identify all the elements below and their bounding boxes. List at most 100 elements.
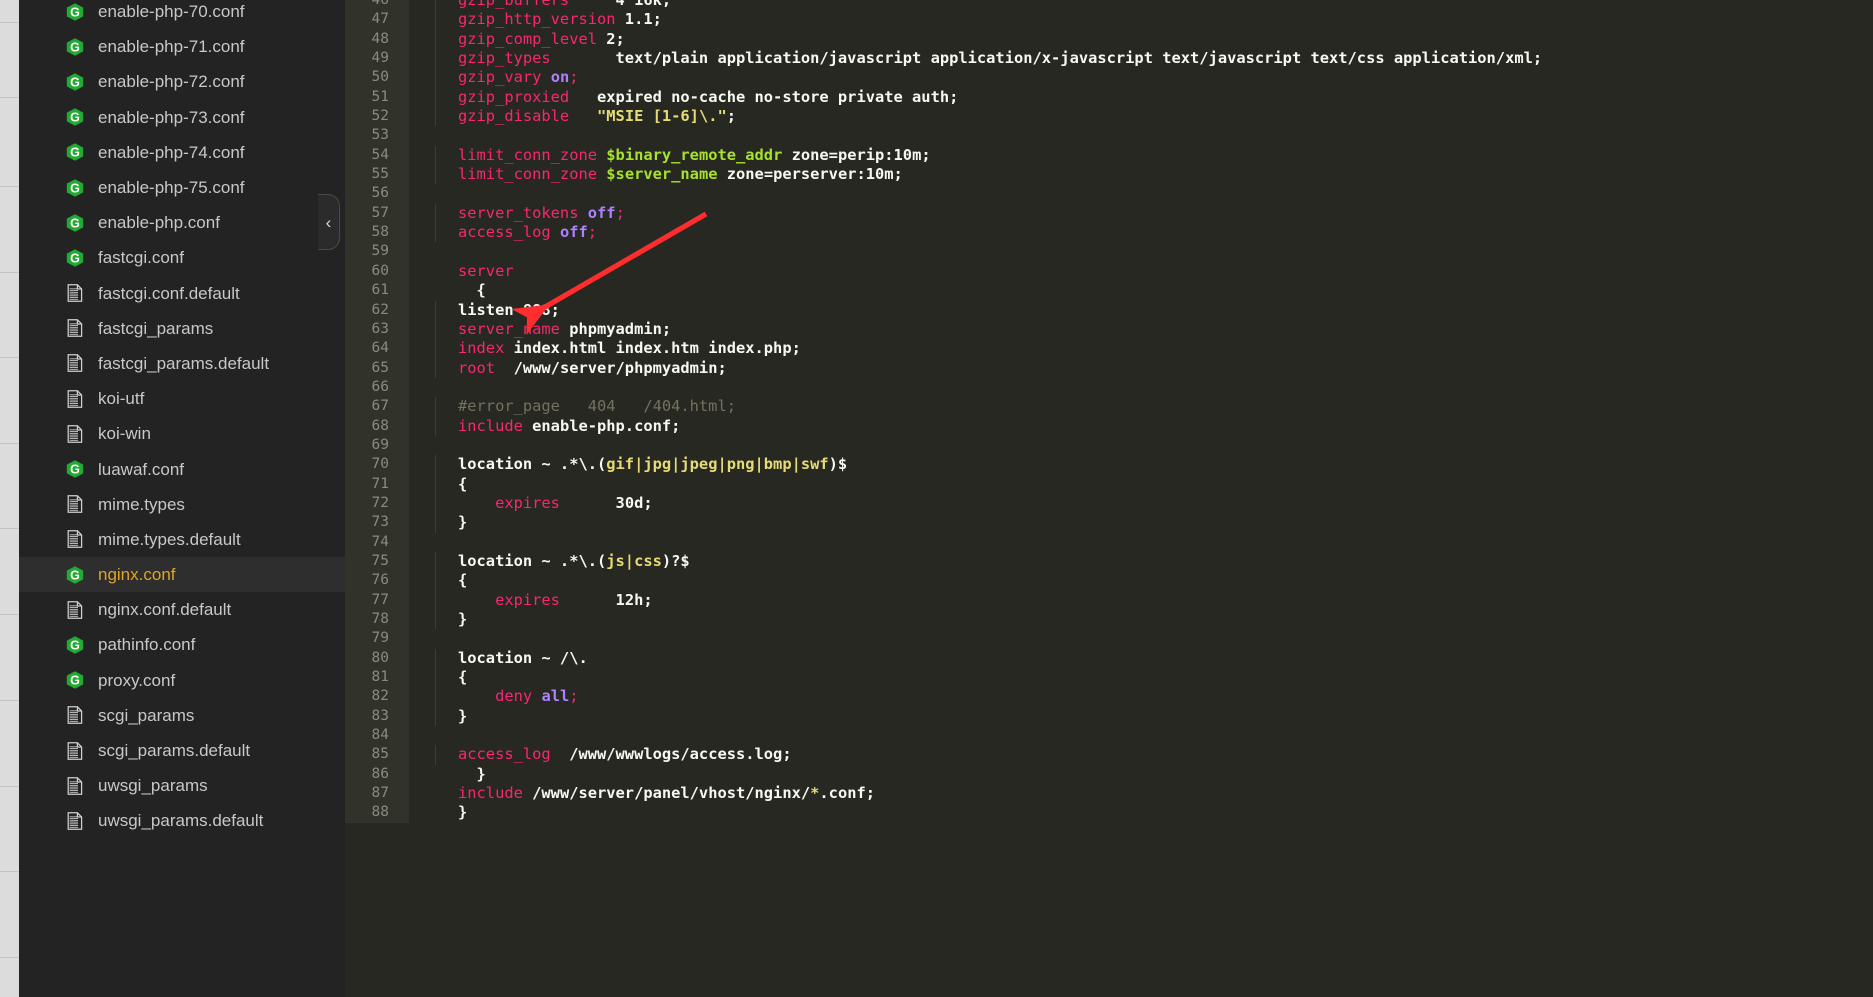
code-line[interactable]: 64 index index.html index.htm index.php;: [345, 339, 1873, 359]
code-line[interactable]: 56: [345, 184, 1873, 204]
code-line[interactable]: 79: [345, 629, 1873, 649]
file-list-item[interactable]: fastcgi_params.default: [19, 346, 345, 381]
code-line[interactable]: 48 gzip_comp_level 2;: [345, 29, 1873, 50]
code-text[interactable]: [458, 184, 1873, 203]
file-list-item[interactable]: fastcgi.conf.default: [19, 276, 345, 311]
file-list-item[interactable]: Genable-php.conf: [19, 205, 345, 240]
fold-gutter[interactable]: [395, 29, 409, 50]
code-line[interactable]: 52 gzip_disable "MSIE [1-6]\.";: [345, 107, 1873, 127]
code-text[interactable]: location ~ /\.: [458, 649, 1873, 668]
sidebar-collapse-handle[interactable]: ‹: [318, 194, 340, 250]
fold-gutter[interactable]: [395, 107, 409, 127]
code-text[interactable]: gzip_proxied expired no-cache no-store p…: [458, 88, 1873, 107]
code-text[interactable]: gzip_comp_level 2;: [458, 30, 1873, 49]
code-text[interactable]: [458, 533, 1873, 552]
fold-gutter[interactable]: [395, 339, 409, 359]
code-line[interactable]: 70 location ~ .*\.(gif|jpg|jpeg|png|bmp|s…: [345, 455, 1873, 475]
file-list-item[interactable]: scgi_params: [19, 698, 345, 733]
code-text[interactable]: {: [458, 475, 1873, 494]
code-line[interactable]: 80 location ~ /\.: [345, 648, 1873, 669]
code-text[interactable]: }: [458, 765, 1873, 784]
code-line[interactable]: 61 {: [345, 281, 1873, 301]
code-line[interactable]: 68 include enable-php.conf;: [345, 416, 1873, 437]
code-line[interactable]: 84: [345, 726, 1873, 746]
code-text[interactable]: }: [458, 707, 1873, 726]
code-line[interactable]: 54 limit_conn_zone $binary_remote_addr zo…: [345, 145, 1873, 166]
code-text[interactable]: include enable-php.conf;: [458, 417, 1873, 436]
code-text[interactable]: location ~ .*\.(gif|jpg|jpeg|png|bmp|swf…: [458, 455, 1873, 474]
code-text[interactable]: [458, 242, 1873, 261]
code-text[interactable]: limit_conn_zone $server_name zone=perser…: [458, 165, 1873, 184]
fold-gutter[interactable]: [395, 203, 409, 224]
code-line[interactable]: 59: [345, 242, 1873, 262]
code-text[interactable]: [458, 629, 1873, 648]
code-line[interactable]: 51 gzip_proxied expired no-cache no-store…: [345, 87, 1873, 108]
code-line[interactable]: 67 #error_page 404 /404.html;: [345, 397, 1873, 417]
code-line[interactable]: 69: [345, 435, 1873, 456]
code-line[interactable]: 87 include /www/server/panel/vhost/nginx/…: [345, 784, 1873, 804]
fold-gutter[interactable]: [395, 397, 409, 417]
file-list-item[interactable]: Gpathinfo.conf: [19, 627, 345, 662]
fold-gutter[interactable]: [395, 455, 409, 475]
code-line[interactable]: 86 }: [345, 764, 1873, 785]
code-line[interactable]: 77 expires 12h;: [345, 590, 1873, 611]
code-line[interactable]: 55 limit_conn_zone $server_name zone=pers…: [345, 165, 1873, 185]
code-line[interactable]: 46 gzip_buffers 4 16k;: [345, 0, 1873, 11]
code-text[interactable]: limit_conn_zone $binary_remote_addr zone…: [458, 146, 1873, 165]
fold-gutter[interactable]: [395, 706, 409, 727]
file-list-item[interactable]: Genable-php-72.conf: [19, 64, 345, 99]
code-text[interactable]: gzip_disable "MSIE [1-6]\.";: [458, 107, 1873, 126]
code-line[interactable]: 76 {: [345, 571, 1873, 592]
code-line[interactable]: 50 gzip_vary on;: [345, 68, 1873, 89]
fold-gutter[interactable]: [395, 784, 409, 804]
fold-gutter[interactable]: [395, 261, 409, 282]
code-text[interactable]: {: [458, 668, 1873, 687]
fold-gutter[interactable]: [395, 145, 409, 166]
fold-gutter[interactable]: [395, 745, 409, 765]
code-line[interactable]: 47 gzip_http_version 1.1;: [345, 10, 1873, 31]
fold-gutter[interactable]: [395, 300, 409, 320]
file-list-item[interactable]: Genable-php-75.conf: [19, 170, 345, 205]
code-text[interactable]: include /www/server/panel/vhost/nginx/*.…: [458, 784, 1873, 803]
file-list-item[interactable]: Gproxy.conf: [19, 663, 345, 698]
code-text[interactable]: server_name phpmyadmin;: [458, 320, 1873, 339]
code-line[interactable]: 58 access_log off;: [345, 223, 1873, 243]
code-text[interactable]: [458, 126, 1873, 145]
code-text[interactable]: location ~ .*\.(js|css)?$: [458, 552, 1873, 571]
code-text[interactable]: expires 30d;: [458, 494, 1873, 513]
file-list-item[interactable]: uwsgi_params.default: [19, 803, 345, 838]
code-text[interactable]: }: [458, 610, 1873, 629]
code-text[interactable]: gzip_types text/plain application/javasc…: [458, 49, 1873, 68]
fold-gutter[interactable]: [395, 474, 409, 494]
code-text[interactable]: {: [458, 571, 1873, 590]
fold-gutter[interactable]: [395, 165, 409, 185]
fold-gutter[interactable]: [395, 764, 409, 785]
code-line[interactable]: 71 {: [345, 474, 1873, 495]
code-text[interactable]: server: [458, 262, 1873, 281]
fold-gutter[interactable]: [395, 184, 409, 204]
code-text[interactable]: gzip_http_version 1.1;: [458, 10, 1873, 29]
file-list-item[interactable]: Gfastcgi.conf: [19, 240, 345, 275]
code-line[interactable]: 60 server: [345, 261, 1873, 282]
fold-gutter[interactable]: [395, 435, 409, 456]
code-text[interactable]: }: [458, 803, 1873, 822]
code-line[interactable]: 65 root /www/server/phpmyadmin;: [345, 358, 1873, 379]
code-editor[interactable]: 46 gzip_buffers 4 16k; 47 gzip_http_version…: [345, 0, 1873, 997]
fold-gutter[interactable]: [395, 10, 409, 30]
fold-gutter[interactable]: [395, 223, 409, 243]
code-text[interactable]: gzip_vary on;: [458, 68, 1873, 87]
file-list-item[interactable]: Genable-php-70.conf: [19, 0, 345, 29]
fold-gutter[interactable]: [395, 319, 409, 340]
file-list-item[interactable]: uwsgi_params: [19, 768, 345, 803]
code-text[interactable]: gzip_buffers 4 16k;: [458, 0, 1873, 10]
fold-gutter[interactable]: [395, 377, 409, 398]
fold-gutter[interactable]: [395, 687, 409, 707]
fold-gutter[interactable]: [395, 551, 409, 572]
file-list-item[interactable]: Genable-php-71.conf: [19, 29, 345, 64]
fold-gutter[interactable]: [395, 726, 409, 746]
file-list-item[interactable]: Genable-php-73.conf: [19, 100, 345, 135]
code-line[interactable]: 57 server_tokens off;: [345, 203, 1873, 224]
code-line[interactable]: 78}: [345, 610, 1873, 630]
code-text[interactable]: access_log off;: [458, 223, 1873, 242]
code-line[interactable]: 63 server_name phpmyadmin;: [345, 319, 1873, 340]
